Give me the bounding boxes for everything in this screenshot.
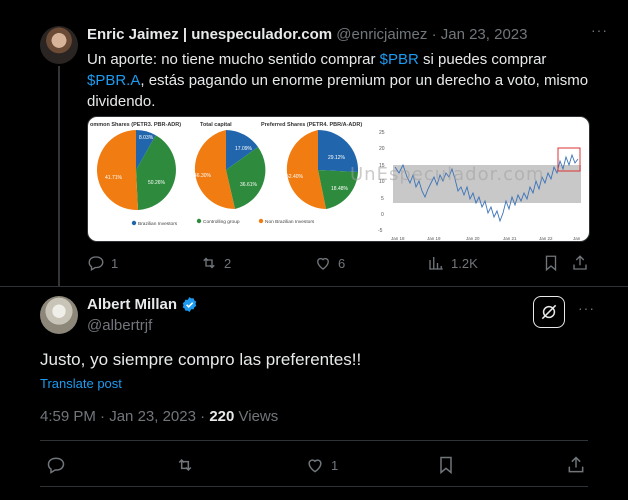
bookmark-button[interactable]	[542, 254, 560, 272]
repost-count: 2	[224, 255, 232, 271]
tweet-meta: 4:59 PM · Jan 23, 2023 · 220 Views	[40, 408, 278, 425]
view-count: 1.2K	[451, 255, 478, 271]
pie-title-total: Total capital	[200, 122, 232, 128]
like-button[interactable]: 6	[314, 254, 345, 272]
tweet-time[interactable]: 4:59 PM	[40, 408, 96, 425]
views-count: 220	[209, 408, 235, 425]
reply-button[interactable]: 1	[87, 254, 118, 272]
pie-title-preferred: Preferred Shares (PETR4. PBR/A-ADR)	[261, 122, 362, 128]
avatar[interactable]	[40, 26, 78, 64]
tweet-text: Justo, yo siempre compro las preferentes…	[40, 350, 362, 369]
repost-button[interactable]	[175, 455, 195, 475]
pie-legend: Brazilian Investors Controlling group No…	[131, 218, 315, 227]
svg-text:Jan 22: Jan 22	[539, 236, 553, 241]
svg-text:18.48%: 18.48%	[331, 186, 349, 192]
translate-post-link[interactable]: Translate post	[40, 376, 122, 391]
grok-icon	[541, 304, 557, 320]
share-icon	[568, 456, 584, 473]
more-options-button[interactable]: ···	[591, 22, 608, 38]
repost-icon	[203, 257, 215, 269]
svg-text:46.30%: 46.30%	[194, 173, 212, 179]
tweet-date[interactable]: Jan 23, 2023	[441, 26, 528, 43]
svg-text:52.40%: 52.40%	[286, 174, 304, 180]
tweet-text-part: Un aporte: no tiene mucho sentido compra…	[87, 51, 380, 68]
x-axis-ticks: Jan 18 Jan 19 Jan 20 Jan 21 Jan 22 Jan	[391, 236, 581, 241]
shareholder-pie-charts: ommon Shares (PETR3. PBR-ADR) Total capi…	[90, 122, 362, 227]
like-button[interactable]: 1	[305, 455, 338, 475]
svg-text:-5: -5	[378, 228, 383, 234]
heart-icon	[308, 459, 322, 473]
tweet-text-part: si puedes comprar	[418, 51, 547, 68]
svg-text:Brazilian Investors: Brazilian Investors	[138, 221, 178, 227]
svg-text:8.03%: 8.03%	[139, 135, 154, 141]
tweet-text-part: , estás pagando un enorme premium por un…	[87, 72, 589, 110]
svg-text:36.61%: 36.61%	[240, 182, 258, 188]
tweet-media-image[interactable]: ommon Shares (PETR3. PBR-ADR) Total capi…	[87, 116, 590, 242]
share-button[interactable]	[571, 254, 589, 272]
divider	[40, 486, 588, 487]
like-count: 1	[331, 457, 339, 473]
bookmark-icon	[440, 456, 452, 475]
reply-count: 1	[111, 255, 119, 271]
pie-preferred-shares: 29.12% 18.48% 52.40%	[286, 129, 359, 209]
grok-button[interactable]	[533, 296, 565, 328]
verified-badge-icon	[182, 297, 197, 312]
bookmark-button[interactable]	[436, 455, 456, 475]
svg-text:29.12%: 29.12%	[328, 155, 346, 161]
tweet-action-bar: 1 2 6 1.2K	[87, 254, 597, 276]
reply-icon	[47, 457, 65, 474]
tweet-action-bar: 1	[40, 455, 590, 477]
author-name[interactable]: Enric Jaimez | unespeculador.com	[87, 26, 332, 43]
repost-icon	[178, 458, 192, 472]
svg-text:25: 25	[379, 130, 385, 136]
svg-text:41.71%: 41.71%	[105, 175, 123, 181]
author-name[interactable]: Albert Millan	[87, 296, 177, 313]
svg-text:Jan 18: Jan 18	[391, 236, 405, 241]
svg-text:50.26%: 50.26%	[148, 180, 166, 186]
tweet-date[interactable]: Jan 23, 2023	[109, 408, 196, 425]
views-label: Views	[238, 408, 279, 425]
pie-total-capital: 17.09% 36.61% 46.30%	[194, 130, 266, 210]
bookmark-icon	[545, 255, 557, 272]
pie-title-common: ommon Shares (PETR3. PBR-ADR)	[90, 122, 181, 128]
divider	[40, 440, 588, 441]
parent-tweet[interactable]: Enric Jaimez | unespeculador.com @enricj…	[0, 0, 628, 286]
repost-button[interactable]: 2	[200, 254, 231, 272]
reply-button[interactable]	[46, 455, 66, 475]
thread-line	[58, 66, 60, 286]
share-button[interactable]	[566, 455, 586, 475]
svg-text:17.09%: 17.09%	[235, 146, 253, 152]
svg-text:Controlling group: Controlling group	[203, 219, 240, 225]
share-icon	[573, 255, 587, 270]
svg-text:5: 5	[381, 196, 384, 202]
divider	[0, 286, 628, 287]
tweet-header: Enric Jaimez | unespeculador.com @enricj…	[87, 26, 527, 43]
heart-icon	[317, 257, 329, 270]
svg-text:Jan 20: Jan 20	[466, 236, 480, 241]
cashtag-link[interactable]: $PBR	[380, 51, 419, 68]
analytics-icon	[429, 257, 443, 270]
separator-dot: ·	[431, 26, 437, 43]
separator-dot: ·	[100, 408, 106, 425]
author-name-row: Albert Millan	[87, 296, 198, 313]
more-options-button[interactable]: ···	[578, 300, 595, 316]
svg-text:20: 20	[379, 146, 385, 152]
cashtag-link[interactable]: $PBR.A	[87, 72, 140, 89]
tweet-text: Un aporte: no tiene mucho sentido compra…	[87, 49, 605, 112]
svg-text:0: 0	[381, 212, 384, 218]
author-handle[interactable]: @albertrjf	[87, 317, 152, 334]
separator-dot: ·	[200, 408, 206, 425]
author-handle[interactable]: @enricjaimez	[336, 26, 427, 43]
svg-text:Non Brazilian Investors: Non Brazilian Investors	[265, 219, 315, 225]
views-button[interactable]: 1.2K	[427, 254, 478, 272]
svg-text:Jan: Jan	[573, 236, 581, 241]
pie-common-shares: 8.03% 50.26% 41.71%	[96, 130, 176, 211]
svg-text:Jan 19: Jan 19	[427, 236, 441, 241]
avatar[interactable]	[40, 296, 78, 334]
media-watermark: UnEspeculador.com	[350, 164, 545, 185]
svg-text:Jan 21: Jan 21	[503, 236, 517, 241]
like-count: 6	[338, 255, 346, 271]
reply-icon	[88, 256, 104, 271]
